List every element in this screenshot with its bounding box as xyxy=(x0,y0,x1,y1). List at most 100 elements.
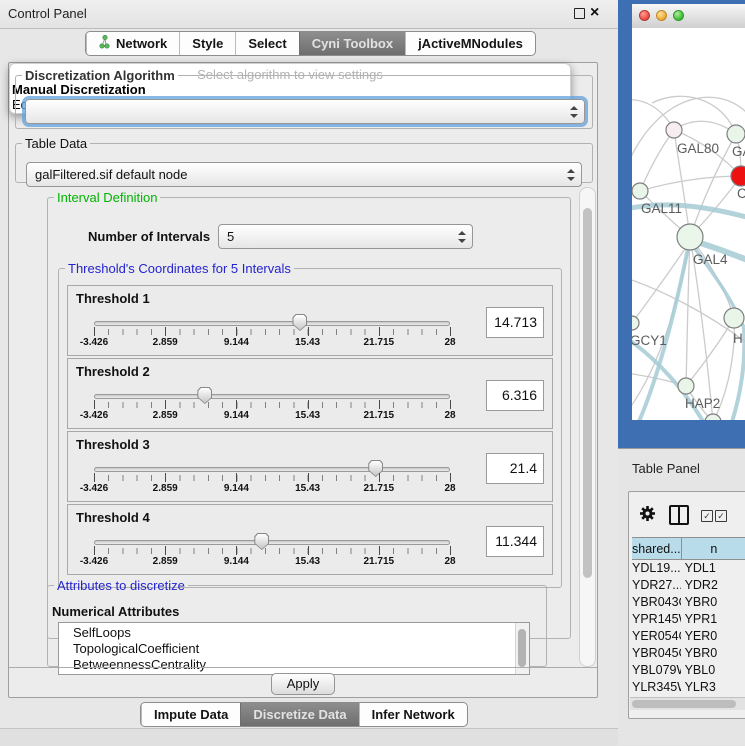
number-of-intervals-select[interactable]: 5 xyxy=(218,224,473,249)
shared-name-cell[interactable]: YBR045C xyxy=(632,645,681,662)
name-cell[interactable]: YDL1 xyxy=(681,560,745,577)
slider-major-tick xyxy=(94,400,95,409)
close-icon[interactable]: × xyxy=(590,4,599,22)
network-window-titlebar[interactable] xyxy=(632,4,745,29)
network-edge[interactable] xyxy=(640,176,741,191)
network-node[interactable] xyxy=(724,308,744,328)
name-cell[interactable]: YBR0 xyxy=(681,645,745,662)
threshold-value-input[interactable]: 21.4 xyxy=(486,453,544,484)
threshold-value-input[interactable]: 14.713 xyxy=(486,307,544,338)
control-panel-tab[interactable]: jActiveMNodules xyxy=(405,32,535,55)
network-node[interactable] xyxy=(677,224,703,250)
table-column-header[interactable]: n xyxy=(682,537,745,560)
shared-name-cell[interactable]: YPR145W xyxy=(632,611,681,628)
threshold-slider[interactable]: -3.4262.8599.14415.4321.71528 xyxy=(94,460,450,498)
zoom-traffic-light-icon[interactable] xyxy=(673,10,684,21)
cyni-mode-tab[interactable]: Infer Network xyxy=(359,703,467,726)
slider-tick-label: -3.426 xyxy=(80,337,108,348)
name-cell[interactable]: YBL0 xyxy=(681,662,745,679)
slider-track[interactable] xyxy=(94,394,450,399)
shared-name-cell[interactable]: YBL079W xyxy=(632,662,681,679)
table-data-select[interactable]: galFiltered.sif default node xyxy=(26,162,582,187)
cyni-mode-tabbar: Impute Data Discretize Data Infer Networ… xyxy=(140,702,468,727)
network-node-label: GA xyxy=(732,144,745,159)
select-all-checkbox-icon[interactable]: ✓ xyxy=(701,510,713,522)
control-panel-tab[interactable]: Network xyxy=(86,32,179,55)
table-row[interactable]: YBR045C YBR0 xyxy=(632,645,745,662)
table-row[interactable]: YBL079W YBL0 xyxy=(632,662,745,679)
threshold-label: Threshold 1 xyxy=(76,291,150,306)
attribute-list-item[interactable]: SelfLoops xyxy=(59,625,529,641)
select-none-checkbox-icon[interactable]: ✓ xyxy=(715,510,727,522)
name-cell[interactable]: YPR1 xyxy=(681,611,745,628)
network-node[interactable] xyxy=(632,183,648,199)
combo-spinner-icon xyxy=(570,106,577,118)
algorithm-select[interactable] xyxy=(25,99,585,124)
control-panel-tab[interactable]: Select xyxy=(235,32,298,55)
network-edge[interactable] xyxy=(640,130,674,191)
slider-tick-label: 28 xyxy=(444,337,455,348)
apply-row: Apply xyxy=(9,668,597,699)
content-scrollbar[interactable] xyxy=(579,187,596,667)
slider-major-tick xyxy=(308,327,309,336)
slider-tick-label: 9.144 xyxy=(224,410,249,421)
network-node[interactable] xyxy=(727,125,745,143)
threshold-slider[interactable]: -3.4262.8599.14415.4321.71528 xyxy=(94,387,450,425)
slider-track[interactable] xyxy=(94,540,450,545)
cyni-mode-tab[interactable]: Impute Data xyxy=(141,703,240,726)
discretization-algorithm-group-title: Discretization Algorithm xyxy=(22,69,178,82)
scrollbar-thumb[interactable] xyxy=(583,208,592,578)
threshold-value-input[interactable]: 6.316 xyxy=(486,380,544,411)
table-horizontal-scrollbar[interactable] xyxy=(630,697,745,710)
name-cell[interactable]: YDR2 xyxy=(681,577,745,594)
network-node[interactable] xyxy=(666,122,682,138)
scrollbar-thumb[interactable] xyxy=(632,700,736,708)
shared-name-cell[interactable]: YDL19... xyxy=(632,560,681,577)
numerical-attributes-label: Numerical Attributes xyxy=(52,604,179,619)
table-panel-title: Table Panel xyxy=(632,461,700,476)
network-node[interactable] xyxy=(731,166,745,186)
slider-tick-label: 28 xyxy=(444,410,455,421)
close-traffic-light-icon[interactable] xyxy=(639,10,650,21)
threshold-slider[interactable]: -3.4262.8599.14415.4321.71528 xyxy=(94,314,450,352)
scrollbar-thumb[interactable] xyxy=(518,629,526,667)
slider-tick-label: 21.715 xyxy=(364,337,395,348)
slider-track[interactable] xyxy=(94,467,450,472)
tab-label: Style xyxy=(192,36,223,51)
table-row[interactable]: YDL19... YDL1 xyxy=(632,560,745,577)
threshold-value-input[interactable]: 11.344 xyxy=(486,526,544,557)
shared-name-cell[interactable]: YLR345W xyxy=(632,679,681,696)
shared-name-cell[interactable]: YDR27... xyxy=(632,577,681,594)
network-node[interactable] xyxy=(632,316,639,330)
shared-name-cell[interactable]: YBR043C xyxy=(632,594,681,611)
table-row[interactable]: YBR043C YBR0 xyxy=(632,594,745,611)
table-row[interactable]: YER054C YER0 xyxy=(632,628,745,645)
slider-track[interactable] xyxy=(94,321,450,326)
attribute-list-item[interactable]: TopologicalCoefficient xyxy=(59,641,529,657)
float-window-icon[interactable] xyxy=(574,8,585,19)
slider-tick-label: 21.715 xyxy=(364,483,395,494)
network-edge[interactable] xyxy=(652,96,736,134)
slider-tick-label: 2.859 xyxy=(153,556,178,567)
network-icon xyxy=(99,35,111,52)
network-node[interactable] xyxy=(678,378,694,394)
name-cell[interactable]: YLR3 xyxy=(681,679,745,696)
control-panel-tab[interactable]: Style xyxy=(179,32,235,55)
name-cell[interactable]: YER0 xyxy=(681,628,745,645)
network-graph[interactable]: GAL80GACGAL11GAL4HGCY1HAP2 xyxy=(632,28,745,420)
table-column-header[interactable]: shared... xyxy=(632,537,682,560)
cyni-mode-tab[interactable]: Discretize Data xyxy=(240,703,358,726)
table-row[interactable]: YDR27... YDR2 xyxy=(632,577,745,594)
apply-button[interactable]: Apply xyxy=(271,673,335,695)
control-panel-tab[interactable]: Cyni Toolbox xyxy=(299,32,405,55)
columns-icon[interactable] xyxy=(669,505,689,525)
minimize-traffic-light-icon[interactable] xyxy=(656,10,667,21)
table-row[interactable]: YPR145W YPR1 xyxy=(632,611,745,628)
name-cell[interactable]: YBR0 xyxy=(681,594,745,611)
network-canvas[interactable]: GAL80GACGAL11GAL4HGCY1HAP2 xyxy=(632,28,745,420)
table-row[interactable]: YLR345W YLR3 xyxy=(632,679,745,696)
threshold-slider[interactable]: -3.4262.8599.14415.4321.71528 xyxy=(94,533,450,571)
node-table: ✓ ✓ shared... n YDL19... YDL1 YDR27... Y… xyxy=(628,491,745,719)
gear-icon[interactable] xyxy=(639,505,656,527)
shared-name-cell[interactable]: YER054C xyxy=(632,628,681,645)
